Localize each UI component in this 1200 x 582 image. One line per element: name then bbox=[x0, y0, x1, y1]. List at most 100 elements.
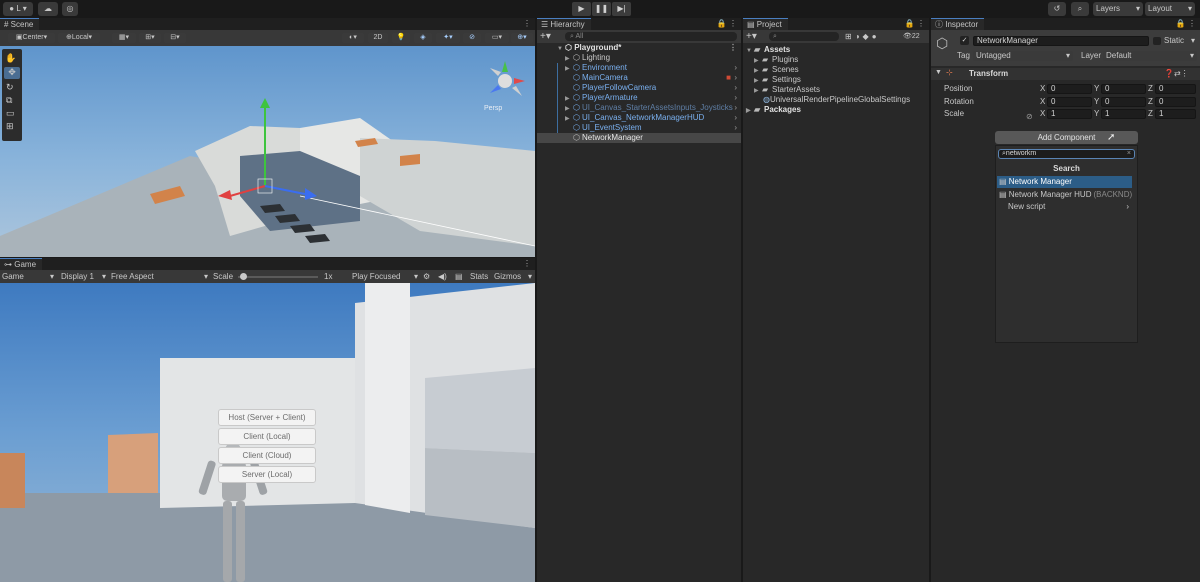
lighting-icon[interactable]: 💡 bbox=[392, 33, 410, 43]
open-prefab-icon[interactable]: › bbox=[734, 83, 737, 93]
scale-slider-thumb[interactable] bbox=[240, 273, 248, 280]
expand-icon[interactable]: ▼ bbox=[935, 69, 942, 76]
gizmos-icon[interactable]: ⊕▾ bbox=[511, 33, 533, 43]
tab-game[interactable]: ⊶ Game bbox=[0, 258, 43, 270]
component-result[interactable]: New script › bbox=[997, 201, 1132, 213]
hud-button[interactable]: Host (Server + Client) bbox=[218, 409, 316, 426]
scene-root-row[interactable]: ▼ ⬡ Playground* ⋮ bbox=[537, 43, 741, 53]
layout-dropdown[interactable]: Layout ▾ bbox=[1145, 2, 1195, 16]
hierarchy-item[interactable]: ▶ ⬡ Lighting bbox=[537, 53, 741, 63]
transform-header[interactable]: ▼ ⊹ Transform ❓⇄⋮ bbox=[931, 68, 1200, 80]
hierarchy-item[interactable]: ▶ ⬡ UI_Canvas_StarterAssetsInputs_Joystick… bbox=[537, 103, 741, 113]
constrain-icon[interactable]: ⊘ bbox=[1026, 112, 1033, 121]
active-checkbox[interactable]: ✓ bbox=[960, 36, 969, 45]
static-checkbox[interactable] bbox=[1153, 37, 1161, 45]
hierarchy-item[interactable]: ▶ ⬡ UI_Canvas_NetworkManagerHUD › bbox=[537, 113, 741, 123]
rotation-field[interactable]: 0 bbox=[1101, 96, 1146, 107]
move-tool-icon[interactable]: ✥ bbox=[4, 67, 20, 79]
tag-dropdown[interactable]: Untagged ▾ bbox=[973, 51, 1073, 61]
add-icon[interactable]: +▾ bbox=[746, 30, 757, 43]
component-result[interactable]: ▤ Network Manager HUD (BACKND) bbox=[997, 189, 1132, 201]
open-prefab-icon[interactable]: › bbox=[734, 73, 737, 83]
axis-label[interactable]: Y bbox=[1094, 97, 1099, 107]
add-icon[interactable]: +▾ bbox=[540, 30, 551, 43]
hidden-icon[interactable]: ⊘ bbox=[463, 33, 481, 43]
more-icon[interactable]: ⋮ bbox=[523, 258, 531, 270]
object-name-field[interactable]: NetworkManager bbox=[973, 36, 1149, 46]
scale-tool-icon[interactable]: ⧉ bbox=[6, 95, 12, 106]
hand-tool-icon[interactable]: ✋ bbox=[5, 53, 16, 64]
hierarchy-item[interactable]: ⬡ PlayerFollowCamera › bbox=[537, 83, 741, 93]
axis-label[interactable]: X bbox=[1040, 109, 1045, 119]
aspect-dropdown[interactable]: Free Aspect ▾ bbox=[111, 271, 208, 282]
persp-label[interactable]: Persp bbox=[484, 105, 502, 112]
scale-field[interactable]: 1 bbox=[1047, 109, 1092, 119]
axis-label[interactable]: X bbox=[1040, 97, 1045, 107]
filter-icons[interactable]: ⊞◑◆● bbox=[845, 31, 880, 42]
tab-hierarchy[interactable]: ☰ Hierarchy bbox=[537, 18, 591, 30]
camera-icon[interactable]: ▭▾ bbox=[485, 33, 509, 43]
lock-icon[interactable]: 🔒 ⋮ bbox=[1176, 18, 1196, 30]
layer-dropdown[interactable]: Default ▾ bbox=[1103, 51, 1197, 61]
axis-label[interactable]: Z bbox=[1148, 109, 1153, 119]
lock-icon[interactable]: 🔒 ⋮ bbox=[717, 18, 737, 30]
grid-snap-icon[interactable]: ▦▾ bbox=[112, 33, 136, 43]
account-button[interactable]: ● L ▾ bbox=[3, 2, 33, 16]
axis-label[interactable]: Z bbox=[1148, 97, 1153, 107]
layers-dropdown[interactable]: Layers ▾ bbox=[1093, 2, 1143, 16]
axis-label[interactable]: Y bbox=[1094, 109, 1099, 119]
hierarchy-item[interactable]: ⬡ NetworkManager bbox=[537, 133, 741, 143]
position-field[interactable]: 0 bbox=[1047, 84, 1092, 94]
tab-inspector[interactable]: ⓘ Inspector bbox=[931, 18, 985, 30]
add-component-button[interactable]: Add Component bbox=[995, 131, 1138, 144]
gizmos-dropdown[interactable]: Gizmos ▾ bbox=[494, 271, 534, 282]
hierarchy-item[interactable]: ▶ ⬡ PlayerArmature › bbox=[537, 93, 741, 103]
clear-icon[interactable]: × bbox=[1127, 150, 1131, 158]
expand-icon[interactable]: ▶ bbox=[746, 106, 754, 116]
open-prefab-icon[interactable]: › bbox=[734, 93, 737, 103]
axis-label[interactable]: X bbox=[1040, 84, 1045, 94]
component-result[interactable]: ▤ Network Manager bbox=[997, 176, 1132, 188]
open-prefab-icon[interactable]: › bbox=[734, 103, 737, 113]
scale-field[interactable]: 1 bbox=[1101, 109, 1146, 119]
project-search-input[interactable]: ⌕ bbox=[769, 32, 839, 41]
rect-tool-icon[interactable]: ▭ bbox=[6, 108, 15, 119]
audio-icon[interactable]: ◈ bbox=[414, 33, 432, 43]
open-prefab-icon[interactable]: › bbox=[734, 113, 737, 123]
more-icon[interactable]: ⋮ bbox=[729, 43, 737, 53]
hierarchy-item[interactable]: ⬡ MainCamera › ■ bbox=[537, 73, 741, 83]
pivot-dropdown[interactable]: ▣Center▾ bbox=[8, 33, 55, 43]
display-dropdown[interactable]: Display 1 ▾ bbox=[61, 271, 106, 282]
draw-mode-icon[interactable]: ◐▾ bbox=[342, 33, 364, 43]
rotate-tool-icon[interactable]: ↻ bbox=[6, 82, 14, 93]
assets-row[interactable]: ▼ ▰ Assets bbox=[743, 45, 929, 55]
collab-icon[interactable]: ◎ bbox=[62, 2, 78, 16]
view-dropdown[interactable]: Game ▾ bbox=[2, 271, 54, 282]
cloud-icon[interactable]: ☁ bbox=[38, 2, 58, 16]
effects-icon[interactable]: ✦▾ bbox=[436, 33, 460, 43]
increment-icon[interactable]: ⊟▾ bbox=[164, 33, 186, 43]
transform-tool-icon[interactable]: ⊞ bbox=[6, 121, 14, 132]
hierarchy-search-input[interactable]: ⌕ All bbox=[565, 32, 737, 41]
stats-button[interactable]: Stats bbox=[470, 271, 488, 282]
static-dropdown-icon[interactable]: ▾ bbox=[1191, 36, 1195, 46]
hud-button[interactable]: Client (Cloud) bbox=[218, 447, 316, 464]
project-folder[interactable]: ▶ ▰ Plugins bbox=[743, 55, 929, 65]
axis-label[interactable]: Z bbox=[1148, 84, 1153, 94]
project-folder[interactable]: ▶ ▰ Scenes bbox=[743, 65, 929, 75]
scale-field[interactable]: 1 bbox=[1155, 109, 1196, 119]
visibility-badge[interactable]: 👁22 bbox=[903, 31, 920, 42]
project-folder[interactable]: ▶ ▰ StarterAssets bbox=[743, 85, 929, 95]
component-search-input[interactable]: ⌕networkm × bbox=[998, 149, 1135, 159]
rotation-field[interactable]: 0 bbox=[1155, 96, 1196, 107]
keyboard-icon[interactable]: ▤ bbox=[455, 271, 463, 282]
history-icon[interactable]: ↺ bbox=[1048, 2, 1066, 16]
tab-project[interactable]: ▤ Project bbox=[743, 18, 788, 30]
hierarchy-item[interactable]: ⬡ UI_EventSystem › bbox=[537, 123, 741, 133]
hud-button[interactable]: Client (Local) bbox=[218, 428, 316, 445]
more-icon[interactable]: ⋮ bbox=[523, 18, 531, 30]
play-button[interactable]: ▶ bbox=[572, 2, 591, 16]
hud-button[interactable]: Server (Local) bbox=[218, 466, 316, 483]
open-prefab-icon[interactable]: › bbox=[734, 123, 737, 133]
axis-label[interactable]: Y bbox=[1094, 84, 1099, 94]
